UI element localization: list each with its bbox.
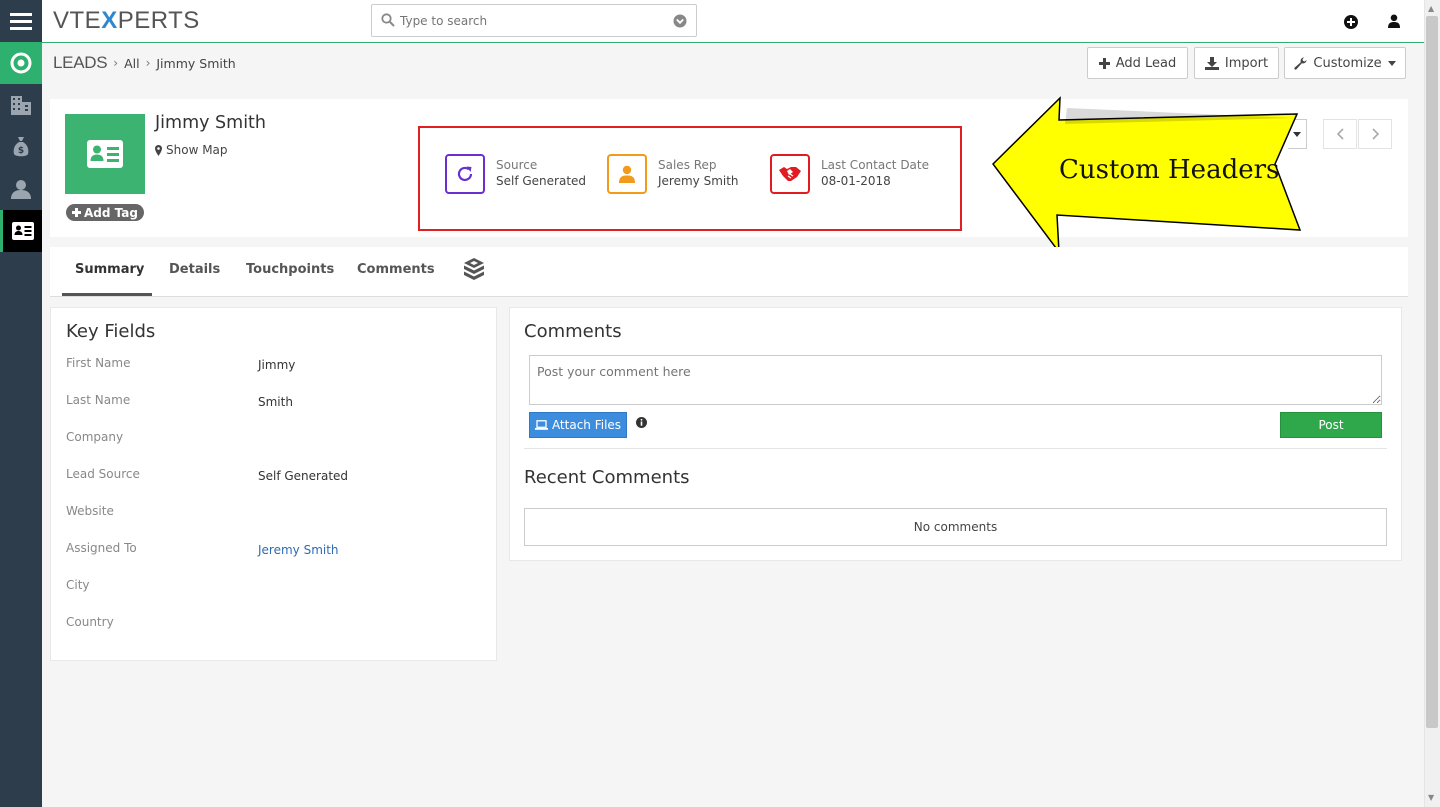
tab-summary[interactable]: Summary	[75, 262, 144, 277]
quick-create-icon[interactable]	[1344, 15, 1358, 29]
attach-files-button[interactable]: Attach Files	[529, 412, 627, 438]
import-label: Import	[1224, 55, 1269, 71]
field-label-city: City	[66, 578, 90, 592]
source-label: Source	[496, 158, 538, 172]
record-avatar	[65, 114, 145, 194]
caret-down-icon	[1387, 60, 1396, 66]
hamburger-menu-icon	[10, 13, 32, 30]
lead-card-icon	[87, 140, 123, 168]
breadcrumb: LEADS › All › Jimmy Smith	[53, 53, 236, 73]
add-lead-button[interactable]: Add Lead	[1087, 47, 1188, 79]
scrollbar-thumb[interactable]	[1426, 16, 1438, 728]
sidebar-item-home[interactable]	[0, 42, 42, 84]
customize-button[interactable]: Customize	[1284, 47, 1406, 79]
callout-label: Custom Headers	[1059, 155, 1280, 185]
search-input[interactable]	[400, 11, 660, 31]
field-label-website: Website	[66, 504, 114, 518]
next-record-button[interactable]	[1358, 119, 1392, 149]
chevron-right-icon: ›	[113, 56, 119, 70]
lead-card-icon	[11, 222, 34, 240]
chevron-right-icon: ›	[145, 56, 151, 70]
source-value: Self Generated	[496, 174, 587, 188]
field-label-country: Country	[66, 615, 114, 629]
menu-button[interactable]	[0, 0, 42, 42]
money-bag-icon: $	[13, 137, 29, 157]
show-map-label: Show Map	[166, 143, 228, 157]
key-fields-title: Key Fields	[66, 321, 156, 342]
sales-rep-icon-box	[607, 154, 647, 194]
field-value-last-name[interactable]: Smith	[258, 395, 293, 409]
field-value-lead-source[interactable]: Self Generated	[258, 469, 348, 483]
svg-text:$: $	[18, 146, 24, 156]
vtexperts-logo[interactable]: VTEXPERTS	[53, 8, 200, 34]
handshake-icon	[779, 167, 801, 181]
sidebar-item-contacts[interactable]	[0, 168, 42, 210]
map-marker-icon	[155, 144, 162, 156]
tab-comments[interactable]: Comments	[357, 262, 435, 277]
home-icon	[10, 52, 32, 74]
recent-comments-title: Recent Comments	[524, 467, 690, 488]
search-filter-dropdown-icon[interactable]	[673, 14, 687, 28]
active-tab-indicator	[62, 293, 152, 296]
last-contact-label: Last Contact Date	[821, 158, 929, 172]
tab-touchpoints[interactable]: Touchpoints	[246, 262, 334, 277]
wrench-icon	[1294, 57, 1307, 70]
breadcrumb-record: Jimmy Smith	[156, 55, 236, 71]
sidebar-item-opportunities[interactable]: $	[0, 126, 42, 168]
refresh-icon	[457, 166, 473, 181]
sidebar-item-organizations[interactable]	[0, 84, 42, 126]
attach-files-label: Attach Files	[551, 418, 622, 432]
show-map-link[interactable]: Show Map	[155, 143, 228, 157]
plus-icon	[1098, 57, 1110, 69]
global-search	[371, 4, 697, 37]
record-name: Jimmy Smith	[155, 113, 267, 133]
chevron-right-icon	[1371, 128, 1379, 140]
field-label-assigned-to: Assigned To	[66, 541, 137, 555]
contact-icon	[11, 180, 31, 199]
laptop-icon	[534, 420, 548, 430]
last-contact-icon-box	[770, 154, 810, 194]
search-icon	[381, 13, 395, 27]
download-icon	[1204, 56, 1219, 70]
field-label-company: Company	[66, 430, 124, 444]
field-label-first-name: First Name	[66, 356, 131, 370]
scroll-down-icon[interactable]: ▼	[1428, 793, 1434, 802]
user-icon	[619, 165, 635, 183]
plus-icon	[72, 208, 81, 217]
organization-icon	[11, 96, 31, 115]
previous-record-button[interactable]	[1323, 119, 1357, 149]
import-button[interactable]: Import	[1194, 47, 1279, 79]
sidebar-item-leads[interactable]	[0, 210, 42, 252]
scroll-up-icon[interactable]: ▲	[1428, 4, 1434, 13]
customize-label: Customize	[1313, 55, 1382, 71]
comments-divider	[524, 448, 1387, 449]
field-value-assigned-to[interactable]: Jeremy Smith	[258, 543, 339, 557]
source-icon-box	[445, 154, 485, 194]
sidebar: $	[0, 0, 42, 807]
related-modules-box-icon[interactable]	[462, 257, 486, 281]
sales-rep-label: Sales Rep	[658, 158, 717, 172]
user-profile-icon[interactable]	[1388, 14, 1400, 28]
comments-title: Comments	[524, 321, 622, 342]
field-label-lead-source: Lead Source	[66, 467, 140, 481]
sales-rep-value: Jeremy Smith	[658, 174, 739, 188]
breadcrumb-filter[interactable]: All	[124, 56, 140, 71]
last-contact-value: 08-01-2018	[821, 174, 891, 188]
field-value-first-name[interactable]: Jimmy	[258, 358, 295, 372]
chevron-left-icon	[1336, 128, 1344, 140]
comment-input[interactable]	[529, 355, 1382, 405]
tab-details[interactable]: Details	[169, 262, 220, 277]
add-lead-label: Add Lead	[1115, 55, 1177, 71]
breadcrumb-module[interactable]: LEADS	[53, 53, 108, 73]
field-label-last-name: Last Name	[66, 393, 131, 407]
top-bar: VTEXPERTS	[42, 0, 1424, 43]
info-icon[interactable]	[636, 417, 647, 428]
add-tag-label: Add Tag	[84, 205, 138, 220]
post-comment-button[interactable]: Post	[1280, 412, 1382, 438]
add-tag-button[interactable]: Add Tag	[66, 204, 144, 221]
no-comments-message: No comments	[524, 508, 1387, 546]
